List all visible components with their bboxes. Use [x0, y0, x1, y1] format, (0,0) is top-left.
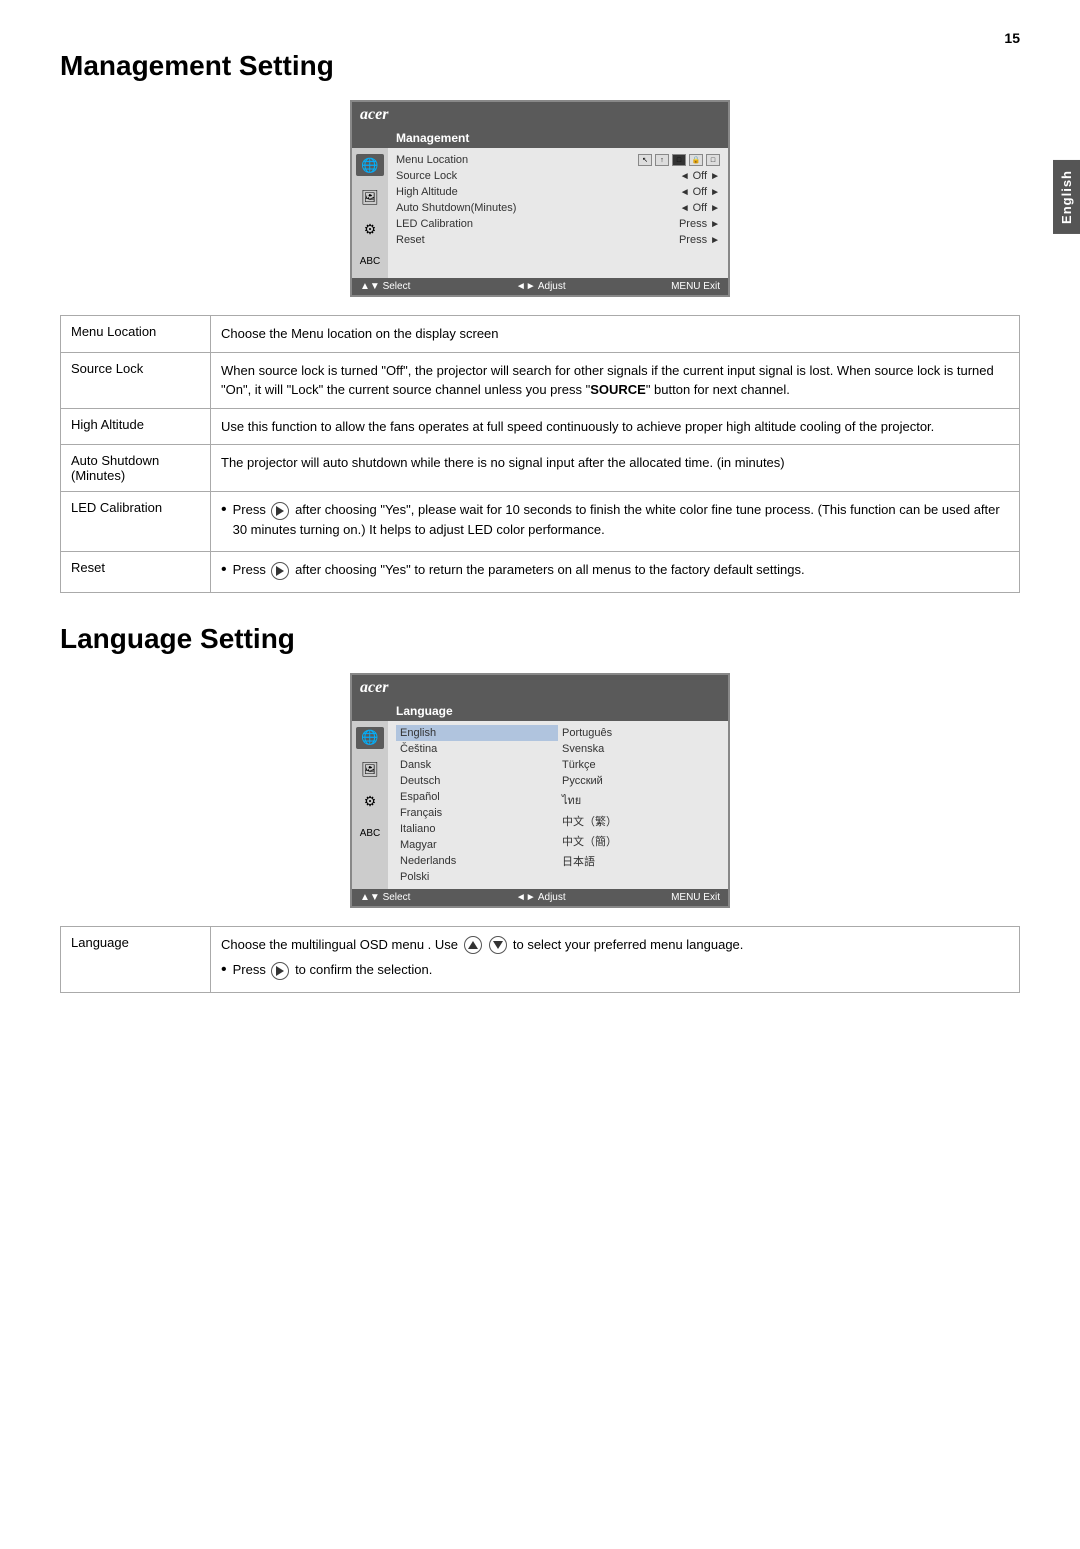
play-button-icon	[271, 562, 289, 580]
lang-item: 中文（簡）	[558, 831, 720, 851]
management-osd-screen: acer Management 🌐 🖼 ⚙ ABC Menu Location …	[350, 100, 730, 297]
play-button-icon	[271, 502, 289, 520]
table-row: Language Choose the multilingual OSD men…	[61, 926, 1020, 992]
osd-row-reset: Reset Press ►	[396, 232, 720, 248]
management-heading: Management Setting	[60, 50, 1020, 82]
language-osd-screen: acer Language 🌐 🖼 ⚙ ABC English Čeština …	[350, 673, 730, 908]
lang-osd-menu-content: English Čeština Dansk Deutsch Español Fr…	[388, 721, 728, 889]
osd-brand: acer	[360, 106, 388, 124]
lang-item: Italiano	[396, 821, 558, 837]
lang-osd-icon-abc: ABC	[356, 823, 384, 845]
lang-col-left: English Čeština Dansk Deutsch Español Fr…	[396, 725, 558, 885]
lang-item: Русский	[558, 773, 720, 789]
osd-row-high-altitude: High Altitude ◄ Off ►	[396, 184, 720, 200]
osd-footer: ▲▼ Select ◄► Adjust MENU Exit	[352, 278, 728, 295]
row-label-auto-shutdown: Auto Shutdown(Minutes)	[61, 445, 211, 492]
row-desc-menu-location: Choose the Menu location on the display …	[211, 316, 1020, 353]
row-desc-high-altitude: Use this function to allow the fans oper…	[211, 408, 1020, 445]
table-row: Source Lock When source lock is turned "…	[61, 352, 1020, 408]
row-desc-auto-shutdown: The projector will auto shutdown while t…	[211, 445, 1020, 492]
lang-item: Čeština	[396, 741, 558, 757]
lang-item: Dansk	[396, 757, 558, 773]
lang-item: Français	[396, 805, 558, 821]
lang-item: Polski	[396, 869, 558, 885]
table-row: High Altitude Use this function to allow…	[61, 408, 1020, 445]
osd-footer-exit: MENU Exit	[671, 281, 720, 292]
lang-osd-footer-select: ▲▼ Select	[360, 892, 410, 903]
language-info-table: Language Choose the multilingual OSD men…	[60, 926, 1020, 993]
lang-item: Nederlands	[396, 853, 558, 869]
table-row: Auto Shutdown(Minutes) The projector wil…	[61, 445, 1020, 492]
lang-col-right: Português Svenska Türkçe Русский ไทย 中文（…	[558, 725, 720, 885]
lang-osd-footer: ▲▼ Select ◄► Adjust MENU Exit	[352, 889, 728, 906]
osd-icon-abc: ABC	[356, 250, 384, 272]
language-heading: Language Setting	[60, 623, 1020, 655]
up-arrow-icon	[464, 936, 482, 954]
table-row: Menu Location Choose the Menu location o…	[61, 316, 1020, 353]
row-label-high-altitude: High Altitude	[61, 408, 211, 445]
table-row: Reset • Press after choosing "Yes" to re…	[61, 552, 1020, 593]
lang-osd-footer-exit: MENU Exit	[671, 892, 720, 903]
lang-item: Español	[396, 789, 558, 805]
management-info-table: Menu Location Choose the Menu location o…	[60, 315, 1020, 593]
osd-footer-adjust: ◄► Adjust	[516, 281, 566, 292]
lang-osd-icon-globe: 🌐	[356, 727, 384, 749]
lang-item: Português	[558, 725, 720, 741]
lang-item: Svenska	[558, 741, 720, 757]
page-number: 15	[1004, 30, 1020, 46]
osd-footer-select: ▲▼ Select	[360, 281, 410, 292]
lang-item: Magyar	[396, 837, 558, 853]
lang-osd-brand: acer	[360, 679, 388, 697]
osd-row-menu-location: Menu Location ↖ ↑ □ 🔒 □	[396, 152, 720, 168]
down-arrow-icon	[489, 936, 507, 954]
row-desc-reset: • Press after choosing "Yes" to return t…	[211, 552, 1020, 593]
lang-osd-icon-settings: ⚙	[356, 791, 384, 813]
lang-item: ไทย	[558, 789, 720, 811]
row-label-source-lock: Source Lock	[61, 352, 211, 408]
osd-row-auto-shutdown: Auto Shutdown(Minutes) ◄ Off ►	[396, 200, 720, 216]
table-row: LED Calibration • Press after choosing "…	[61, 492, 1020, 552]
menu-location-icons: ↖ ↑ □ 🔒 □	[638, 154, 720, 166]
row-label-language: Language	[61, 926, 211, 992]
lang-osd-title: Language	[352, 701, 728, 721]
language-tab: English	[1053, 160, 1080, 234]
row-desc-language: Choose the multilingual OSD menu . Use t…	[211, 926, 1020, 992]
osd-row-led-calibration: LED Calibration Press ►	[396, 216, 720, 232]
row-label-led-calibration: LED Calibration	[61, 492, 211, 552]
lang-item: 日本語	[558, 851, 720, 871]
row-desc-source-lock: When source lock is turned "Off", the pr…	[211, 352, 1020, 408]
osd-icon-settings: ⚙	[356, 218, 384, 240]
row-desc-led-calibration: • Press after choosing "Yes", please wai…	[211, 492, 1020, 552]
lang-osd-footer-adjust: ◄► Adjust	[516, 892, 566, 903]
lang-osd-icon-image: 🖼	[356, 759, 384, 781]
lang-item: Türkçe	[558, 757, 720, 773]
lang-item: Deutsch	[396, 773, 558, 789]
lang-item: 中文（繁）	[558, 811, 720, 831]
play-button-icon	[271, 962, 289, 980]
osd-icon-management: 🌐	[356, 154, 384, 176]
osd-row-source-lock: Source Lock ◄ Off ►	[396, 168, 720, 184]
row-label-menu-location: Menu Location	[61, 316, 211, 353]
osd-icon-image: 🖼	[356, 186, 384, 208]
lang-item: English	[396, 725, 558, 741]
row-label-reset: Reset	[61, 552, 211, 593]
osd-menu-content: Menu Location ↖ ↑ □ 🔒 □ Source Lock ◄ Of…	[388, 148, 728, 278]
osd-menu-title: Management	[352, 128, 728, 148]
osd-icon-list: 🌐 🖼 ⚙ ABC	[352, 148, 388, 278]
lang-osd-icon-list: 🌐 🖼 ⚙ ABC	[352, 721, 388, 889]
